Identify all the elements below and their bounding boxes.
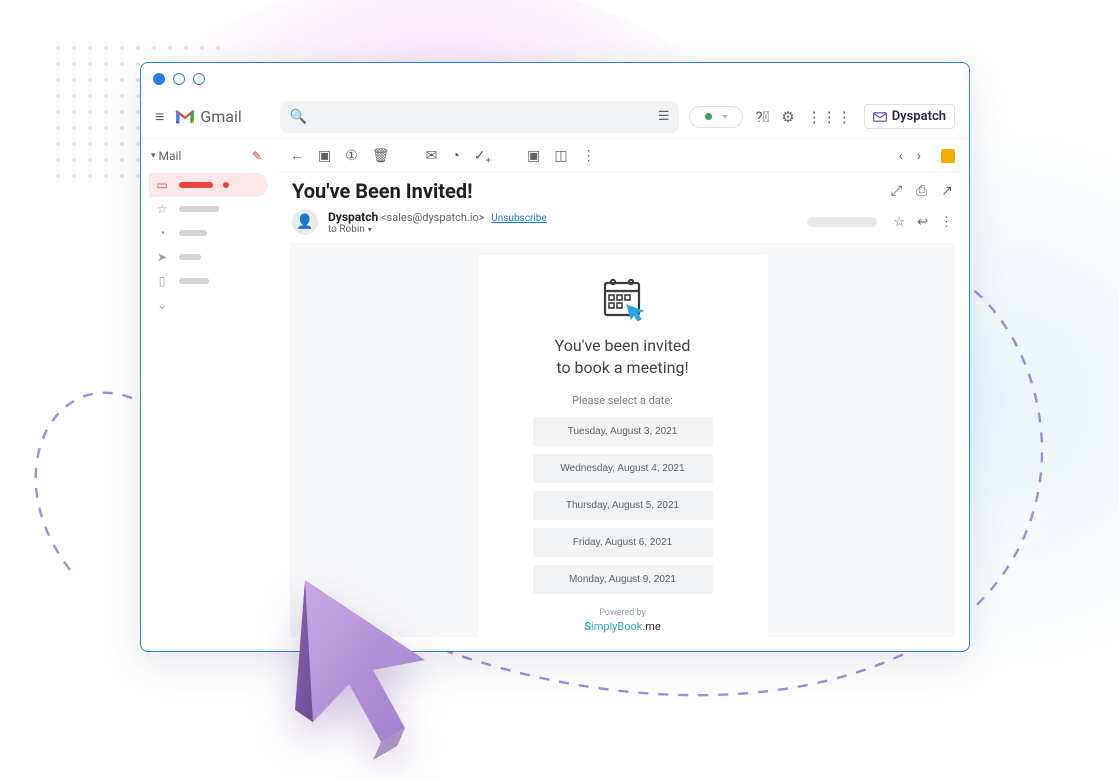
date-option-1[interactable]: Tuesday, August 3, 2021 bbox=[533, 417, 713, 446]
next-icon[interactable]: › bbox=[917, 148, 921, 164]
sidebar-item-inbox[interactable]: ▭ bbox=[149, 173, 268, 197]
email-subject: You've Been Invited! bbox=[292, 179, 473, 203]
window-titlebar bbox=[141, 63, 969, 95]
reply-icon[interactable]: ↩ bbox=[917, 215, 928, 230]
gmail-label: Gmail bbox=[200, 107, 241, 126]
archive-icon[interactable]: ▣ bbox=[318, 148, 331, 164]
status-pill[interactable] bbox=[689, 106, 743, 128]
clock-icon: ◔ bbox=[155, 226, 169, 240]
search-input[interactable] bbox=[315, 109, 650, 124]
addon-icon[interactable] bbox=[941, 149, 955, 163]
add-task-icon[interactable]: ✓₊ bbox=[474, 148, 491, 164]
sidebar-item-drafts[interactable]: ▯ bbox=[149, 269, 268, 293]
decorative-3d-cursor bbox=[265, 560, 465, 760]
mail-selector[interactable]: ▾Mail ✎ bbox=[149, 145, 268, 167]
select-date-prompt: Please select a date: bbox=[496, 394, 750, 407]
snooze-icon[interactable]: ◔ bbox=[451, 147, 459, 164]
sender-email: <sales@dyspatch.io> bbox=[381, 211, 485, 224]
star-icon: ☆ bbox=[155, 202, 169, 216]
recipient-caret-icon[interactable]: ▾ bbox=[368, 225, 372, 234]
sender-row: 👤 Dyspatch <sales@dyspatch.io> Unsubscri… bbox=[276, 207, 969, 243]
window-dot-2 bbox=[173, 73, 185, 85]
help-icon[interactable]: ?⃝ bbox=[755, 108, 769, 126]
sidebar-item-sent[interactable]: ➤ bbox=[149, 245, 268, 269]
more-icon[interactable]: ⋮ bbox=[582, 148, 596, 164]
sidebar: ▾Mail ✎ ▭ ☆ ◔ ➤ ▯ bbox=[141, 139, 276, 651]
email-title-line1: You've been invited bbox=[496, 335, 750, 357]
sidebar-item-starred[interactable]: ☆ bbox=[149, 197, 268, 221]
active-status-dot bbox=[705, 113, 712, 120]
simplybook-brand[interactable]: SimplyBook.me bbox=[496, 620, 750, 633]
date-option-5[interactable]: Monday, August 9, 2021 bbox=[533, 565, 713, 594]
window-dot-1 bbox=[153, 73, 165, 85]
mail-label: Mail bbox=[159, 149, 182, 163]
unread-dot bbox=[223, 182, 229, 188]
dyspatch-label: Dyspatch bbox=[892, 109, 946, 124]
gmail-header: ≡ Gmail 🔍 ☰ ?⃝ ⚙ ⋮⋮⋮ Dyspatch bbox=[141, 95, 969, 139]
menu-icon[interactable]: ≡ bbox=[155, 107, 164, 127]
chevron-down-icon: ⌄ bbox=[155, 298, 169, 312]
powered-by-label: Powered by bbox=[496, 608, 750, 618]
search-options-icon[interactable]: ☰ bbox=[658, 109, 670, 124]
mark-unread-icon[interactable]: ✉ bbox=[426, 148, 438, 164]
back-icon[interactable]: ← bbox=[290, 147, 304, 164]
sender-name: Dyspatch bbox=[328, 210, 378, 224]
email-title: You've been invited to book a meeting! bbox=[496, 335, 750, 378]
date-option-2[interactable]: Wednesday, August 4, 2021 bbox=[533, 454, 713, 483]
expand-icon[interactable]: ⤢ bbox=[891, 183, 902, 199]
timestamp-placeholder bbox=[807, 217, 877, 227]
label-icon[interactable]: ◫ bbox=[554, 148, 567, 164]
delete-icon[interactable]: 🗑 bbox=[372, 148, 390, 164]
to-line: to Robin bbox=[328, 224, 365, 235]
date-option-3[interactable]: Thursday, August 5, 2021 bbox=[533, 491, 713, 520]
dyspatch-button[interactable]: Dyspatch bbox=[864, 104, 955, 129]
prev-icon[interactable]: ‹ bbox=[899, 148, 903, 164]
email-card: You've been invited to book a meeting! P… bbox=[478, 255, 768, 637]
window-dot-3 bbox=[193, 73, 205, 85]
move-icon[interactable]: ▣ bbox=[527, 148, 540, 164]
sidebar-item-more[interactable]: ⌄ bbox=[149, 293, 268, 317]
sender-avatar[interactable]: 👤 bbox=[292, 209, 318, 235]
gear-icon[interactable]: ⚙ bbox=[781, 108, 794, 126]
inbox-icon: ▭ bbox=[155, 178, 169, 192]
action-bar: ← ▣ ① 🗑 ✉ ◔ ✓₊ ▣ ◫ ⋮ ‹ › bbox=[276, 139, 969, 173]
dyspatch-icon bbox=[873, 112, 887, 122]
date-option-4[interactable]: Friday, August 6, 2021 bbox=[533, 528, 713, 557]
search-box[interactable]: 🔍 ☰ bbox=[280, 101, 680, 133]
email-title-line2: to book a meeting! bbox=[496, 357, 750, 379]
draft-icon: ▯ bbox=[155, 274, 169, 288]
print-icon[interactable]: ⎙ bbox=[916, 183, 927, 199]
calendar-cursor-icon bbox=[599, 277, 647, 321]
report-spam-icon[interactable]: ① bbox=[345, 148, 358, 164]
gmail-logo[interactable]: Gmail bbox=[174, 107, 241, 126]
message-more-icon[interactable]: ⋮ bbox=[940, 215, 953, 230]
sidebar-item-snoozed[interactable]: ◔ bbox=[149, 221, 268, 245]
star-message-icon[interactable]: ☆ bbox=[893, 215, 905, 230]
search-icon: 🔍 bbox=[290, 109, 307, 125]
unsubscribe-link[interactable]: Unsubscribe bbox=[491, 213, 546, 224]
subject-row: You've Been Invited! ⤢ ⎙ ↗ bbox=[276, 173, 969, 207]
sent-icon: ➤ bbox=[155, 250, 169, 264]
compose-icon[interactable]: ✎ bbox=[252, 149, 262, 163]
popout-icon[interactable]: ↗ bbox=[941, 183, 953, 199]
caret-down-icon bbox=[722, 115, 728, 119]
apps-grid-icon[interactable]: ⋮⋮⋮ bbox=[807, 108, 852, 126]
